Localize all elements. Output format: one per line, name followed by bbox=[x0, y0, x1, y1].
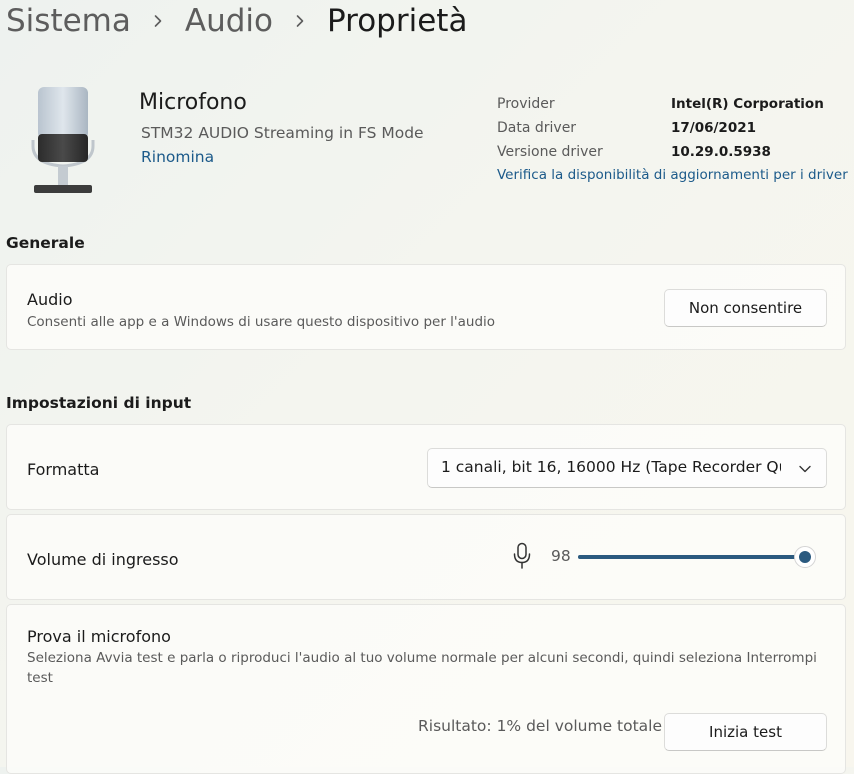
audio-description: Consenti alle app e a Windows di usare q… bbox=[27, 314, 496, 330]
volume-slider-thumb[interactable] bbox=[794, 546, 816, 568]
format-card: Formatta 1 canali, bit 16, 16000 Hz (Tap… bbox=[6, 424, 846, 510]
start-test-button[interactable]: Inizia test bbox=[664, 713, 827, 751]
deny-audio-button[interactable]: Non consentire bbox=[664, 289, 827, 327]
mic-test-title: Prova il microfono bbox=[27, 627, 171, 646]
format-label: Formatta bbox=[27, 460, 100, 479]
format-dropdown-value: 1 canali, bit 16, 16000 Hz (Tape Recorde… bbox=[441, 458, 781, 476]
mic-test-card: Prova il microfono Seleziona Avvia test … bbox=[6, 604, 846, 774]
driver-version-value: 10.29.0.5938 bbox=[671, 144, 771, 160]
driver-version-label: Versione driver bbox=[497, 144, 603, 160]
volume-card: Volume di ingresso 98 bbox=[6, 514, 846, 600]
driver-date-label: Data driver bbox=[497, 120, 577, 136]
volume-slider[interactable] bbox=[578, 546, 816, 568]
volume-slider-fill bbox=[578, 555, 805, 559]
breadcrumb: Sistema Audio Proprietà bbox=[6, 0, 467, 48]
chevron-right-icon bbox=[131, 14, 185, 28]
driver-date-value: 17/06/2021 bbox=[671, 120, 757, 136]
section-title-input-settings: Impostazioni di input bbox=[6, 394, 192, 412]
mic-test-result: Risultato: 1% del volume totale bbox=[418, 717, 663, 735]
chevron-right-icon bbox=[273, 14, 327, 28]
page-title: Proprietà bbox=[327, 3, 468, 39]
rename-link[interactable]: Rinomina bbox=[141, 148, 214, 166]
breadcrumb-item-sistema[interactable]: Sistema bbox=[6, 3, 131, 39]
volume-label: Volume di ingresso bbox=[27, 550, 179, 569]
breadcrumb-item-audio[interactable]: Audio bbox=[185, 3, 273, 39]
device-name: Microfono bbox=[139, 90, 247, 115]
microphone-device-icon bbox=[28, 84, 98, 198]
format-dropdown[interactable]: 1 canali, bit 16, 16000 Hz (Tape Recorde… bbox=[427, 448, 827, 488]
volume-value: 98 bbox=[551, 547, 571, 565]
microphone-icon bbox=[512, 542, 532, 570]
mic-test-description: Seleziona Avvia test e parla o riproduci… bbox=[27, 650, 817, 686]
chevron-down-icon bbox=[798, 461, 812, 475]
section-title-generale: Generale bbox=[6, 234, 85, 252]
audio-title: Audio bbox=[27, 290, 73, 309]
provider-value: Intel(R) Corporation bbox=[671, 96, 824, 112]
driver-update-link[interactable]: Verifica la disponibilità di aggiornamen… bbox=[497, 167, 848, 183]
audio-card: Audio Consenti alle app e a Windows di u… bbox=[6, 264, 846, 350]
provider-label: Provider bbox=[497, 96, 555, 112]
device-description: STM32 AUDIO Streaming in FS Mode bbox=[141, 124, 424, 142]
